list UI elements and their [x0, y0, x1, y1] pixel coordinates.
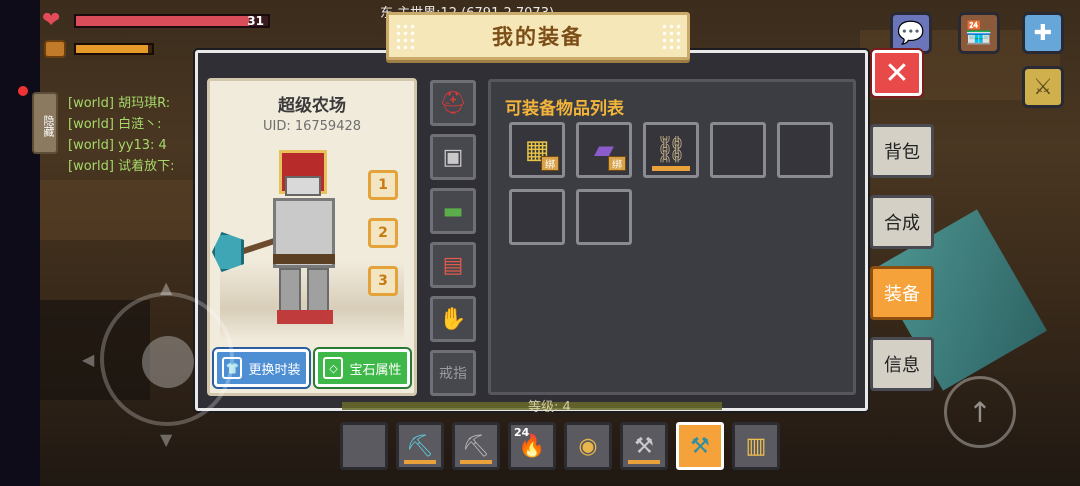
- hunger-bar: [74, 43, 154, 55]
- inventory-cell-empty[interactable]: [777, 122, 833, 178]
- arrow-up-icon: ▲: [160, 278, 173, 297]
- arrow-down-icon: ▼: [160, 430, 173, 449]
- hunger-fill: [76, 45, 149, 53]
- item-count: 24: [514, 426, 530, 439]
- scene-wall: [0, 0, 40, 486]
- hotbar-slot[interactable]: ⛏: [396, 422, 444, 470]
- gem-icon: ◇: [323, 357, 344, 379]
- avatar-boots: [277, 310, 333, 324]
- window-title-banner: 我的装备: [386, 12, 690, 60]
- inventory-cell[interactable]: ▦ 绑: [509, 122, 565, 178]
- ring-slot-label: 戒指: [439, 366, 467, 382]
- helmet-slot[interactable]: ⛑: [430, 80, 476, 126]
- axe-icon: ⚒: [634, 433, 654, 459]
- avatar-face: [285, 176, 321, 196]
- avatar-leg: [279, 268, 301, 314]
- inventory-cell[interactable]: ▰ 绑: [576, 122, 632, 178]
- inventory-cell[interactable]: ⛓: [643, 122, 699, 178]
- diamond-pickaxe-icon: ⛏: [406, 433, 434, 459]
- jump-button[interactable]: ↑: [944, 376, 1016, 448]
- change-outfit-label: 更换时装: [248, 362, 301, 378]
- preset-1-button[interactable]: 1: [368, 170, 398, 200]
- hotbar-slot[interactable]: ▥: [732, 422, 780, 470]
- bound-badge: 绑: [541, 156, 559, 171]
- crossed-swords-icon[interactable]: ⚔: [1022, 66, 1064, 108]
- bound-badge: 绑: [608, 156, 626, 171]
- leggings-icon: ▬: [442, 198, 464, 224]
- chat-log: [world] 胡玛琪R: [world] 白涟丶: [world] yy13:…: [68, 93, 174, 177]
- gem-attributes-button[interactable]: ◇ 宝石属性: [315, 349, 410, 387]
- ring-slot[interactable]: 戒指: [430, 350, 476, 396]
- helmet-icon: ⛑: [439, 90, 467, 116]
- chestplate-slot[interactable]: ▣: [430, 134, 476, 180]
- gloves-slot[interactable]: ✋: [430, 296, 476, 342]
- character-avatar[interactable]: [265, 150, 365, 330]
- health-bar: 31: [74, 14, 270, 28]
- hide-chat-button[interactable]: 隐藏: [32, 92, 58, 154]
- arrow-left-icon: ◀: [82, 350, 95, 369]
- bread-icon: ◉: [578, 433, 598, 459]
- shop-icon[interactable]: 🏪: [958, 12, 1000, 54]
- beer-mug-icon: ▥: [745, 433, 767, 459]
- hotbar-slot-selected[interactable]: ⚒: [676, 422, 724, 470]
- hotbar-slot[interactable]: ⚒: [620, 422, 668, 470]
- window-title: 我的装备: [492, 25, 584, 49]
- avatar-belt: [273, 254, 335, 264]
- gloves-icon: ✋: [439, 306, 467, 332]
- chat-line: [world] 试着放下:: [68, 159, 175, 174]
- banner-decoration: [661, 23, 681, 51]
- chat-line: [world] 胡玛琪R:: [68, 96, 171, 111]
- tab-crafting[interactable]: 合成: [870, 195, 934, 249]
- diamond-axe-icon: ⚒: [690, 433, 710, 459]
- chat-line: [world] 白涟丶:: [68, 117, 162, 132]
- tab-equipment[interactable]: 装备: [870, 266, 934, 320]
- inventory-cell-empty[interactable]: [576, 189, 632, 245]
- joystick-knob[interactable]: [142, 336, 194, 388]
- boots-slot[interactable]: ▤: [430, 242, 476, 288]
- inventory-cell-empty[interactable]: [710, 122, 766, 178]
- plus-icon[interactable]: ✚: [1022, 12, 1064, 54]
- preset-3-button[interactable]: 3: [368, 266, 398, 296]
- preset-2-button[interactable]: 2: [368, 218, 398, 248]
- health-value: 31: [247, 14, 264, 28]
- inventory-cell-empty[interactable]: [509, 189, 565, 245]
- character-name: 超级农场: [278, 96, 346, 116]
- hotbar-slot[interactable]: 24 🔥: [508, 422, 556, 470]
- durability-bar: [628, 460, 660, 464]
- boots-icon: ▤: [442, 252, 464, 278]
- chat-line: [world] yy13: 4: [68, 138, 167, 153]
- durability-bar: [404, 460, 436, 464]
- durability-bar: [460, 460, 492, 464]
- iron-boots-icon: ⛓: [654, 135, 688, 165]
- hotbar-slot[interactable]: [340, 422, 388, 470]
- hotbar-slot[interactable]: ⛏: [452, 422, 500, 470]
- equippable-items-title: 可装备物品列表: [505, 99, 624, 119]
- heart-icon: ❤: [42, 8, 61, 33]
- avatar-leg: [307, 268, 329, 314]
- hotbar-slot[interactable]: ◉: [564, 422, 612, 470]
- banner-decoration: [395, 23, 415, 51]
- gem-attributes-label: 宝石属性: [349, 362, 402, 378]
- chestplate-icon: ▣: [442, 144, 464, 170]
- hunger-icon: [44, 40, 66, 58]
- pickaxe-icon: ⛏: [462, 433, 490, 459]
- close-button[interactable]: ✕: [872, 50, 922, 96]
- chat-bubble-icon[interactable]: 💬: [890, 12, 932, 54]
- tab-backpack[interactable]: 背包: [870, 124, 934, 178]
- health-fill: [76, 16, 249, 26]
- character-uid: UID: 16759428: [262, 119, 362, 134]
- level-label: 等级: 4: [528, 400, 571, 415]
- durability-bar: [652, 166, 690, 171]
- tab-info[interactable]: 信息: [870, 337, 934, 391]
- scene-plank: [40, 180, 200, 240]
- notification-dot: [18, 86, 28, 96]
- leggings-slot[interactable]: ▬: [430, 188, 476, 234]
